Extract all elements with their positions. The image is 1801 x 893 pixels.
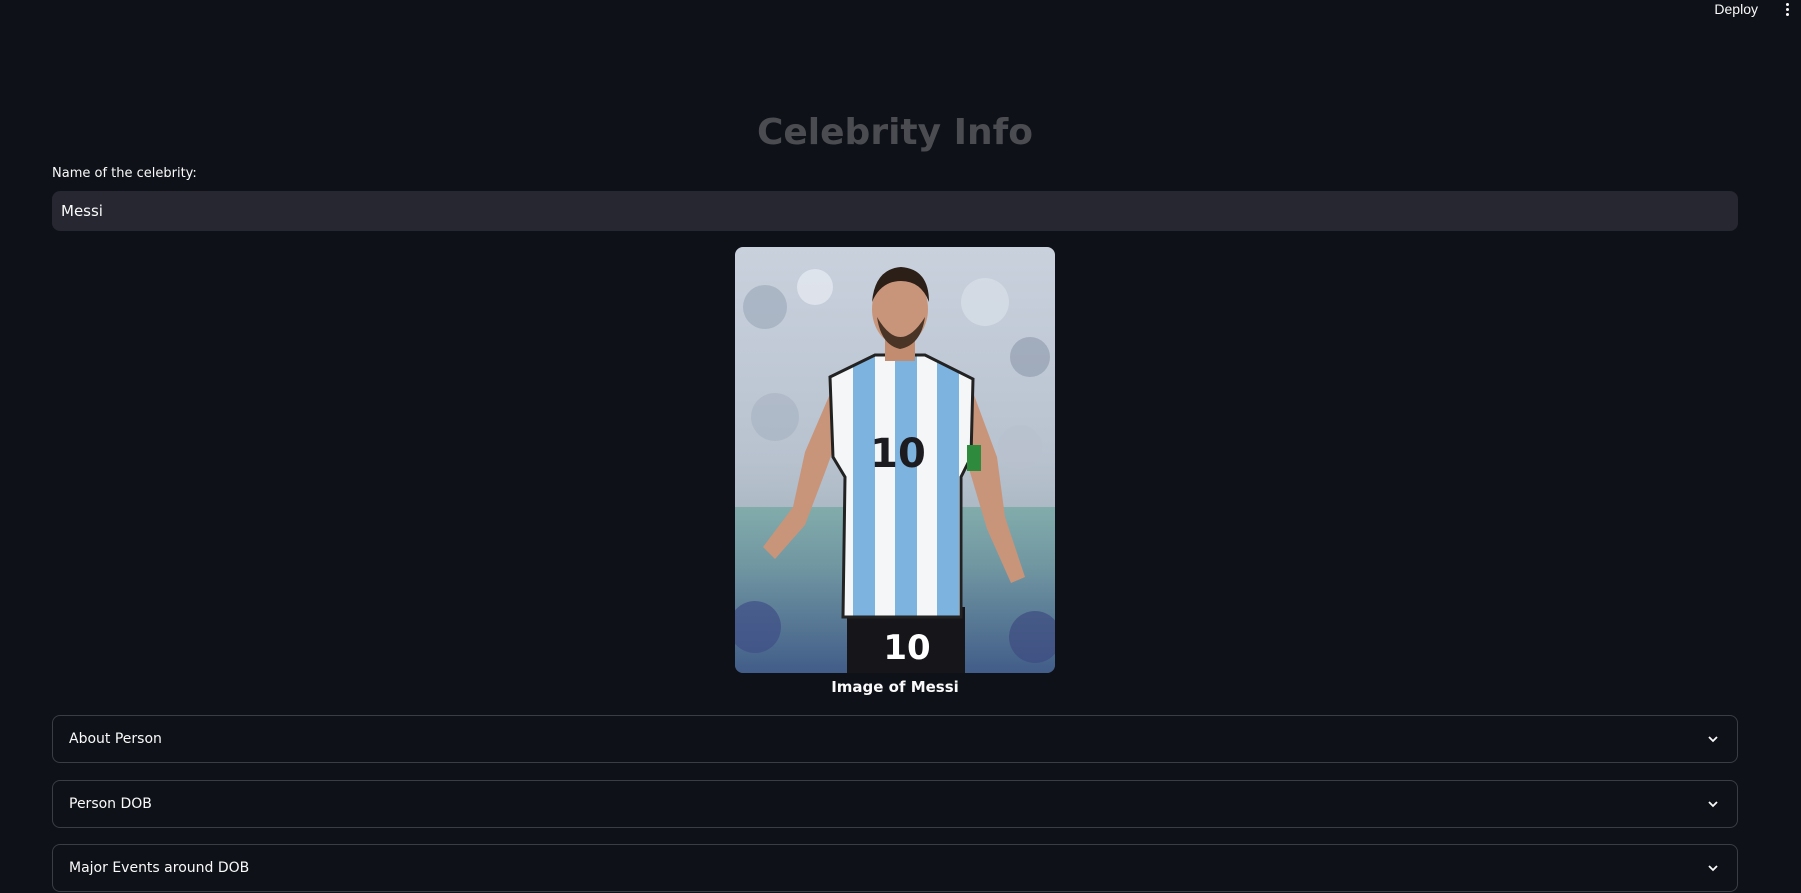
chevron-down-icon — [1708, 865, 1718, 872]
image-caption: Image of Messi — [831, 678, 959, 696]
svg-text:10: 10 — [883, 628, 930, 668]
main-menu-button[interactable] — [1779, 0, 1795, 18]
chevron-down-icon — [1708, 736, 1718, 743]
page-title: Celebrity Info — [756, 112, 1034, 153]
expander-label: Person DOB — [69, 796, 152, 812]
chevron-down-icon — [1708, 801, 1718, 808]
kebab-menu-icon — [1785, 2, 1789, 6]
expander-person-dob[interactable]: Person DOB — [52, 780, 1738, 828]
celebrity-name-input[interactable] — [52, 191, 1738, 231]
expander-label: About Person — [69, 731, 162, 747]
expander-label: Major Events around DOB — [69, 860, 250, 876]
deploy-button[interactable]: Deploy — [1714, 0, 1758, 18]
expander-major-events[interactable]: Major Events around DOB — [52, 844, 1738, 892]
celebrity-image-figure: 10 10 Image of Messi — [735, 247, 1055, 696]
top-toolbar: Deploy — [0, 0, 1801, 22]
celebrity-photo: 10 10 — [735, 247, 1055, 673]
name-field-label: Name of the celebrity: — [52, 166, 197, 181]
svg-text:10: 10 — [870, 431, 926, 477]
expander-about-person[interactable]: About Person — [52, 715, 1738, 763]
